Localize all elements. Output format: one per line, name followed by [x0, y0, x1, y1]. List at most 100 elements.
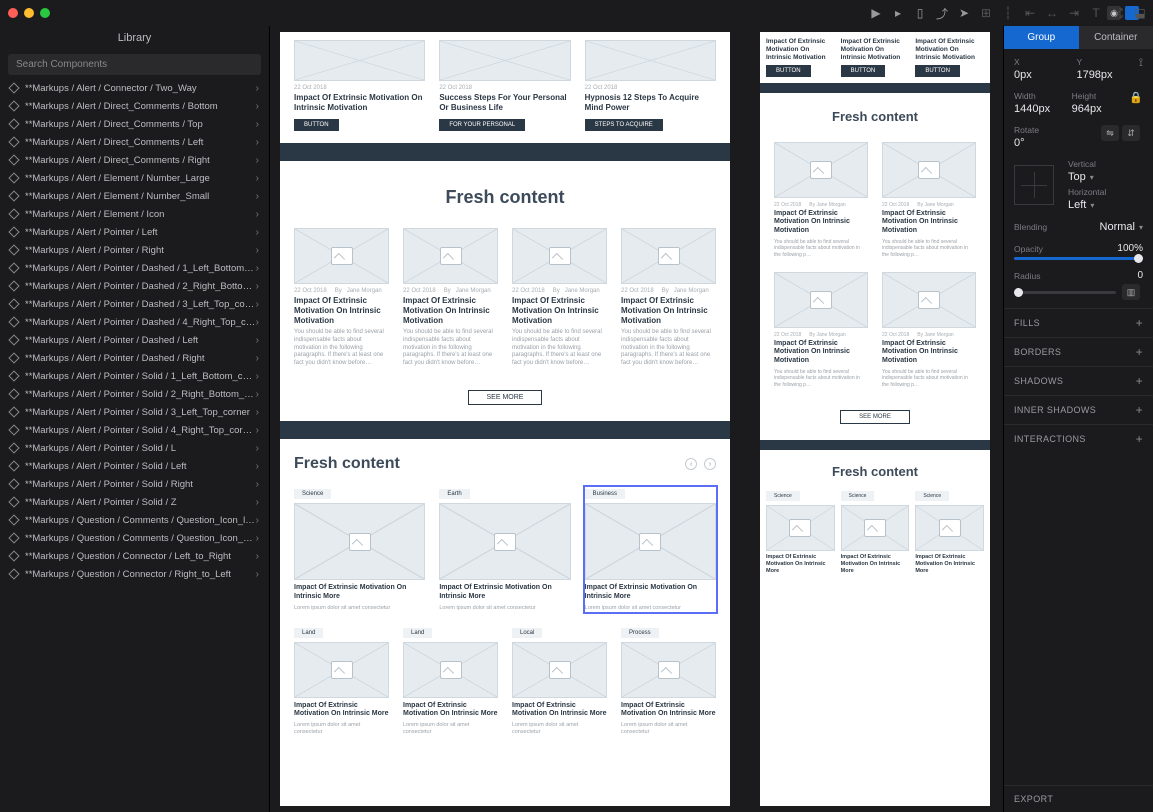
- component-row[interactable]: **Markups / Alert / Direct_Comments / Bo…: [0, 97, 269, 115]
- component-row[interactable]: **Markups / Alert / Pointer / Dashed / 1…: [0, 259, 269, 277]
- tagged-card[interactable]: ProcessImpact Of Extrinsic Motivation On…: [621, 626, 716, 737]
- component-row[interactable]: **Markups / Alert / Pointer / Solid / 4_…: [0, 421, 269, 439]
- component-row[interactable]: **Markups / Alert / Pointer / Solid / L›: [0, 439, 269, 457]
- add-inner-shadow-icon[interactable]: +: [1136, 403, 1143, 417]
- component-row[interactable]: **Markups / Alert / Pointer / Dashed / L…: [0, 331, 269, 349]
- align-r-icon[interactable]: ⇥: [1067, 6, 1081, 20]
- carousel-next-button[interactable]: ›: [704, 458, 716, 470]
- export-section[interactable]: EXPORT: [1004, 785, 1153, 812]
- fills-section[interactable]: Fills+: [1004, 308, 1153, 337]
- component-row[interactable]: **Markups / Alert / Pointer / Solid / 2_…: [0, 385, 269, 403]
- component-row[interactable]: **Markups / Question / Comments / Questi…: [0, 529, 269, 547]
- pin-position-icon[interactable]: ⟟: [1139, 57, 1143, 81]
- shadows-section[interactable]: Shadows+: [1004, 366, 1153, 395]
- component-icon: [8, 316, 19, 327]
- flip-icon[interactable]: ⤮: [1111, 6, 1125, 20]
- component-row[interactable]: **Markups / Alert / Direct_Comments / Ri…: [0, 151, 269, 169]
- add-interaction-icon[interactable]: +: [1136, 432, 1143, 446]
- tagged-card[interactable]: LandImpact Of Extrinsic Motivation On In…: [294, 626, 389, 737]
- play-icon[interactable]: ▶: [869, 6, 883, 20]
- tagged-card[interactable]: LocalImpact Of Extrinsic Motivation On I…: [512, 626, 607, 737]
- opacity-value[interactable]: 100%: [1117, 243, 1143, 254]
- mini-card-button[interactable]: BUTTON: [915, 65, 960, 77]
- align-c-icon[interactable]: ↔: [1045, 6, 1059, 20]
- component-row[interactable]: **Markups / Alert / Pointer / Solid / 1_…: [0, 367, 269, 385]
- tab-group[interactable]: Group: [1004, 26, 1079, 49]
- hero-card-button[interactable]: FOR YOUR PERSONAL: [439, 119, 525, 131]
- hero-card-button[interactable]: BUTTON: [294, 119, 339, 131]
- borders-section[interactable]: Borders+: [1004, 337, 1153, 366]
- rocket-icon[interactable]: ➤: [957, 6, 971, 20]
- see-more-button[interactable]: SEE MORE: [840, 410, 910, 424]
- radius-corners-icon[interactable]: ▥: [1122, 284, 1140, 300]
- component-row[interactable]: **Markups / Question / Comments / Questi…: [0, 511, 269, 529]
- component-row[interactable]: **Markups / Alert / Pointer / Dashed / 4…: [0, 313, 269, 331]
- component-row[interactable]: **Markups / Alert / Element / Number_Lar…: [0, 169, 269, 187]
- search-components-input[interactable]: Search Components: [8, 54, 261, 75]
- component-row[interactable]: **Markups / Alert / Connector / Two_Way›: [0, 79, 269, 97]
- y-input[interactable]: 1798px: [1076, 69, 1112, 81]
- align-l-icon[interactable]: ⇤: [1023, 6, 1037, 20]
- width-input[interactable]: 1440px: [1014, 103, 1050, 115]
- minimize-window-button[interactable]: [24, 8, 34, 18]
- rotate-input[interactable]: 0°: [1014, 137, 1025, 149]
- hand-icon[interactable]: ▸: [891, 6, 905, 20]
- component-row[interactable]: **Markups / Alert / Pointer / Left›: [0, 223, 269, 241]
- tab-container[interactable]: Container: [1079, 26, 1153, 49]
- artboard-main[interactable]: 22 Oct 2018 Impact Of Extrinsic Motivati…: [280, 32, 730, 806]
- order-icon[interactable]: ⬓: [1133, 6, 1147, 20]
- component-row[interactable]: **Markups / Alert / Pointer / Dashed / R…: [0, 349, 269, 367]
- blending-dropdown[interactable]: Normal▾: [1100, 221, 1143, 233]
- add-border-icon[interactable]: +: [1136, 345, 1143, 359]
- mini-card-button[interactable]: BUTTON: [841, 65, 886, 77]
- mini-card-button[interactable]: BUTTON: [766, 65, 811, 77]
- component-row[interactable]: **Markups / Alert / Pointer / Solid / Ri…: [0, 475, 269, 493]
- radius-slider[interactable]: [1014, 291, 1116, 294]
- flip-h-icon[interactable]: ⇋: [1101, 125, 1119, 141]
- component-row[interactable]: **Markups / Alert / Element / Number_Sma…: [0, 187, 269, 205]
- card-body: Lorem ipsum dolor sit amet consectetur: [403, 722, 498, 736]
- add-fill-icon[interactable]: +: [1136, 316, 1143, 330]
- component-row[interactable]: **Markups / Alert / Pointer / Solid / 3_…: [0, 403, 269, 421]
- artboard-side[interactable]: Impact Of Extrinsic Motivation On Intrin…: [760, 32, 990, 806]
- component-row[interactable]: **Markups / Alert / Pointer / Dashed / 2…: [0, 277, 269, 295]
- hero-card: 22 Oct 2018 Impact Of Extrinsic Motivati…: [294, 40, 425, 131]
- component-row[interactable]: **Markups / Question / Connector / Left_…: [0, 547, 269, 565]
- horizontal-dropdown[interactable]: Left▾: [1068, 199, 1143, 211]
- tagged-card[interactable]: EarthImpact Of Extrinsic Motivation On I…: [439, 487, 570, 612]
- add-shadow-icon[interactable]: +: [1136, 374, 1143, 388]
- hero-card-button[interactable]: STEPS TO ACQUIRE: [585, 119, 663, 131]
- zoom-window-button[interactable]: [40, 8, 50, 18]
- component-row[interactable]: **Markups / Alert / Element / Icon›: [0, 205, 269, 223]
- lock-aspect-icon[interactable]: 🔒: [1129, 91, 1143, 115]
- opacity-label: Opacity: [1014, 244, 1043, 254]
- carousel-prev-button[interactable]: ‹: [685, 458, 697, 470]
- vertical-dropdown[interactable]: Top▾: [1068, 171, 1143, 183]
- opacity-slider[interactable]: [1014, 257, 1143, 260]
- component-row[interactable]: **Markups / Alert / Direct_Comments / Le…: [0, 133, 269, 151]
- component-row[interactable]: **Markups / Alert / Pointer / Solid / Z›: [0, 493, 269, 511]
- tagged-card[interactable]: LandImpact Of Extrinsic Motivation On In…: [403, 626, 498, 737]
- component-row[interactable]: **Markups / Question / Connector / Right…: [0, 565, 269, 583]
- interactions-section[interactable]: Interactions+: [1004, 424, 1153, 453]
- upload-icon[interactable]: ⤴: [935, 6, 949, 20]
- height-input[interactable]: 964px: [1072, 103, 1102, 115]
- canvas[interactable]: 22 Oct 2018 Impact Of Extrinsic Motivati…: [270, 26, 1003, 812]
- device-icon[interactable]: ▯: [913, 6, 927, 20]
- tagged-card[interactable]: BusinessImpact Of Extrinsic Motivation O…: [585, 487, 716, 612]
- tagged-card[interactable]: ScienceImpact Of Extrinsic Motivation On…: [294, 487, 425, 612]
- component-row[interactable]: **Markups / Alert / Direct_Comments / To…: [0, 115, 269, 133]
- card-headline: Impact Of Extrinsic Motivation On Intrin…: [294, 584, 425, 602]
- radius-value[interactable]: 0: [1137, 270, 1143, 281]
- x-input[interactable]: 0px: [1014, 69, 1032, 81]
- component-row[interactable]: **Markups / Alert / Pointer / Solid / Le…: [0, 457, 269, 475]
- flip-v-icon[interactable]: ⇵: [1122, 125, 1140, 141]
- inner-shadows-section[interactable]: Inner Shadows+: [1004, 395, 1153, 424]
- text-icon[interactable]: T: [1089, 6, 1103, 20]
- see-more-button[interactable]: SEE MORE: [468, 390, 543, 405]
- constraint-widget[interactable]: [1014, 165, 1054, 205]
- ruler-icon[interactable]: ⊞: [979, 6, 993, 20]
- component-row[interactable]: **Markups / Alert / Pointer / Right›: [0, 241, 269, 259]
- close-window-button[interactable]: [8, 8, 18, 18]
- component-row[interactable]: **Markups / Alert / Pointer / Dashed / 3…: [0, 295, 269, 313]
